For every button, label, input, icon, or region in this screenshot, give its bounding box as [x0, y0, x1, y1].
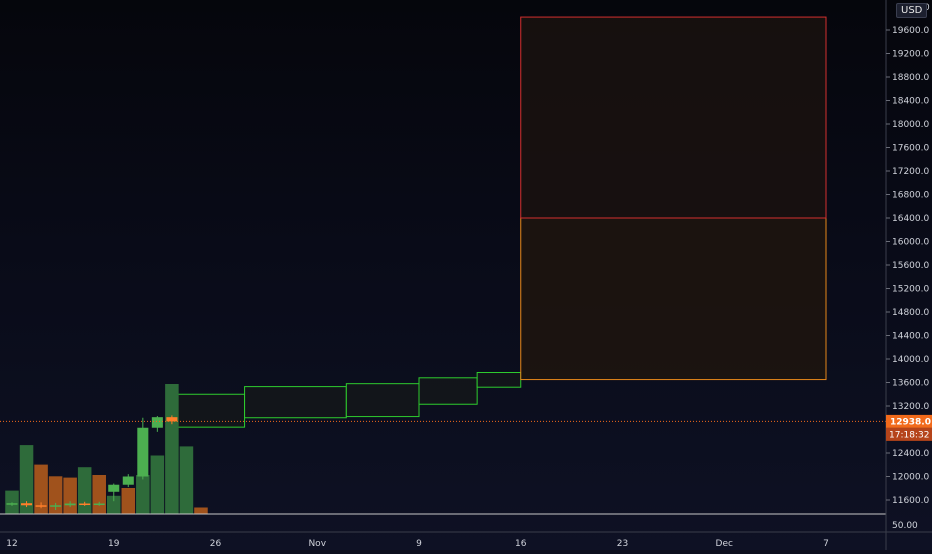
price-tick-label: 14400.0 [892, 332, 929, 342]
zones-layer [171, 16, 827, 428]
volume-layer [5, 384, 208, 514]
price-tick-label: 19200.0 [892, 50, 929, 60]
candle-body [64, 503, 76, 506]
candle-body [50, 505, 62, 507]
candle-body [35, 505, 47, 507]
price-tick-label: 15600.0 [892, 261, 929, 271]
price-chart[interactable]: 19600.0 19200.0 18800.0 18400.0 18000.0 17600… [0, 0, 932, 550]
candle-body [137, 427, 149, 477]
time-tick-label: 9 [416, 539, 422, 549]
volume-bar [121, 488, 136, 514]
zone-box-green [244, 386, 347, 419]
price-tick-label: 11600.0 [892, 496, 929, 506]
price-tick-label: 17600.0 [892, 144, 929, 154]
volume-bar [77, 467, 92, 514]
price-tick-label: 18400.0 [892, 97, 929, 107]
price-tick-label: 12000.0 [892, 473, 929, 483]
volume-bar [179, 446, 194, 514]
candle-body [79, 503, 91, 506]
price-tick-label: 17200.0 [892, 167, 929, 177]
price-tick-label: 15200.0 [892, 285, 929, 295]
time-axis[interactable]: 12 19 26 Nov 9 16 23 Dec 7 [6, 539, 829, 549]
price-tick-label: 16400.0 [892, 214, 929, 224]
zone-box-green [171, 393, 246, 428]
time-tick-label: Nov [308, 539, 326, 549]
time-tick-label: 26 [210, 539, 222, 549]
volume-bar [165, 384, 179, 514]
candle-body [166, 417, 178, 422]
candle-body [21, 503, 33, 506]
volume-scale-label: 50.00 [892, 521, 918, 531]
volume-bar [136, 475, 150, 514]
price-tick-label: 12400.0 [892, 449, 929, 459]
volume-bar [5, 490, 19, 514]
price-tick-label: 13200.0 [892, 402, 929, 412]
countdown-badge: 17:18:32 [886, 427, 932, 441]
volume-bar [150, 455, 165, 514]
volume-bar [92, 475, 106, 514]
time-tick-label: Dec [716, 539, 733, 549]
zone-box-red [520, 16, 827, 219]
price-tick-label: 18000.0 [892, 120, 929, 130]
time-tick-label: 16 [515, 539, 527, 549]
currency-button[interactable]: USD [896, 3, 928, 18]
volume-bar [63, 477, 77, 514]
candle-body [122, 476, 134, 485]
price-tick-label: 18800.0 [892, 73, 929, 83]
time-tick-label: 12 [6, 539, 17, 549]
price-tick-label: 14000.0 [892, 355, 929, 365]
zone-box-green [345, 383, 420, 418]
last-price-badge: 12938.0 [886, 414, 932, 428]
candle-body [151, 417, 163, 428]
zone-box-green [418, 377, 478, 405]
candle-body [108, 484, 120, 492]
price-tick-label: 13600.0 [892, 379, 929, 389]
price-tick-label: 19600.0 [892, 26, 929, 36]
time-tick-label: 23 [617, 539, 628, 549]
last-price-label: 12938.0 [890, 417, 931, 427]
time-tick-label: 19 [108, 539, 120, 549]
price-tick-label: 16800.0 [892, 191, 929, 201]
price-tick-label: 14800.0 [892, 308, 929, 318]
time-tick-label: 7 [823, 539, 829, 549]
price-tick-label: 16000.0 [892, 238, 929, 248]
chart-container[interactable]: 19600.0 19200.0 18800.0 18400.0 18000.0 17600… [0, 0, 932, 550]
zone-box-green [476, 372, 522, 388]
candle-body [93, 503, 105, 506]
volume-bar [194, 507, 208, 514]
countdown-label: 17:18:32 [889, 430, 929, 440]
candle-body [6, 503, 18, 505]
zone-box-orange [520, 217, 827, 381]
